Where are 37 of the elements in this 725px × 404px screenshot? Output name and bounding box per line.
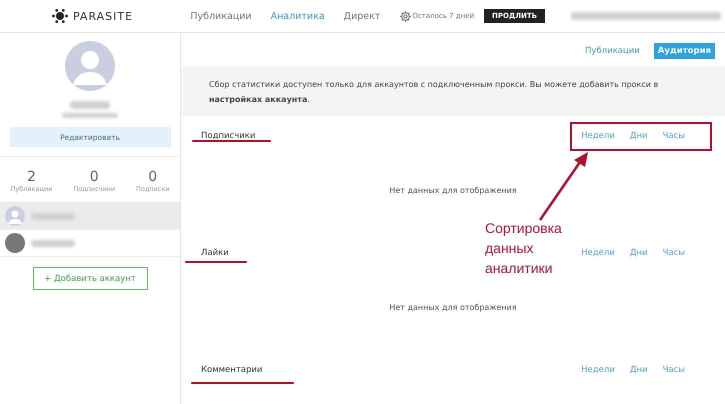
- nav-link[interactable]: Аналитика: [270, 10, 325, 22]
- section-title: Лайки: [201, 248, 229, 258]
- stat-value: 2: [26, 169, 36, 185]
- stat-value: 0: [148, 169, 158, 185]
- underline-mark: [185, 261, 247, 263]
- add-account-button[interactable]: + Добавить аккаунт: [32, 267, 148, 290]
- logo-icon: [52, 8, 68, 24]
- blurred-fullname: [62, 113, 118, 118]
- pointer-arrow: [538, 152, 588, 221]
- nav-link[interactable]: Публикации: [190, 10, 252, 22]
- period-link[interactable]: Недели: [581, 131, 615, 141]
- period-link[interactable]: Недели: [581, 365, 615, 375]
- blurred-account-name: [31, 212, 75, 220]
- avatar-placeholder: [5, 206, 25, 226]
- blurred-account-name: [31, 240, 75, 246]
- period-link[interactable]: Часы: [662, 131, 685, 141]
- period-link[interactable]: Дни: [630, 131, 648, 141]
- period-link[interactable]: Недели: [581, 248, 615, 258]
- period-link[interactable]: Часы: [662, 365, 685, 375]
- nav-link[interactable]: Директ: [344, 10, 380, 22]
- avatar-placeholder: [65, 41, 115, 91]
- section-title: Подписчики: [201, 131, 256, 141]
- period-link[interactable]: Часы: [662, 248, 685, 258]
- settings-icon[interactable]: [399, 10, 412, 22]
- period-link[interactable]: Дни: [630, 365, 648, 375]
- tab[interactable]: Аудитория: [654, 43, 715, 59]
- period-link[interactable]: Дни: [630, 248, 648, 258]
- logo-text: PARASITE: [73, 10, 134, 22]
- account-row[interactable]: [0, 230, 180, 257]
- blurred-username: [70, 101, 110, 109]
- stat-value: 0: [90, 169, 99, 185]
- empty-message: Нет данных для отображения: [389, 186, 517, 196]
- section-title: Комментарии: [201, 365, 262, 375]
- tab[interactable]: Публикации: [580, 43, 644, 59]
- photo-placeholder: [5, 233, 25, 253]
- notice-text: Сбор статистики доступен только для аккаунтов с подключенным прокси. Вы можете добавить прокси в настройках аккаунта.: [181, 67, 725, 116]
- empty-message: Нет данных для отображения: [389, 303, 517, 313]
